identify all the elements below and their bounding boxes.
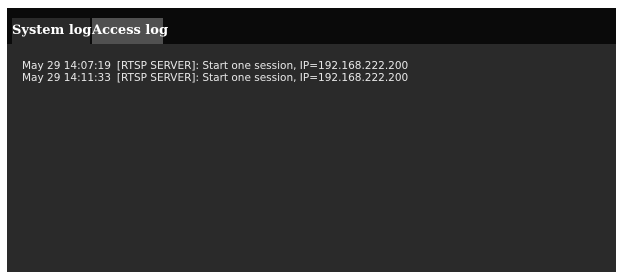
log-entry: May 29 14:07:19 [RTSP SERVER]: Start one … [22, 60, 408, 72]
log-entry: May 29 14:11:33 [RTSP SERVER]: Start one … [22, 72, 408, 84]
log-list: May 29 14:07:19 [RTSP SERVER]: Start one … [22, 60, 408, 84]
tab-access-log[interactable]: Access log [92, 18, 168, 44]
log-entry-message: [RTSP SERVER]: Start one session, IP=192… [116, 72, 409, 84]
log-viewer: System log Access log May 29 14:07:19 [RT… [7, 8, 616, 272]
log-entry-time: May 29 14:11:33 [22, 72, 111, 84]
log-entry-time: May 29 14:07:19 [22, 60, 111, 72]
tab-bar: System log Access log [7, 8, 616, 44]
tab-system-log[interactable]: System log [12, 18, 92, 44]
log-entry-message: [RTSP SERVER]: Start one session, IP=192… [116, 60, 409, 72]
log-panel[interactable]: May 29 14:07:19 [RTSP SERVER]: Start one … [7, 44, 616, 272]
